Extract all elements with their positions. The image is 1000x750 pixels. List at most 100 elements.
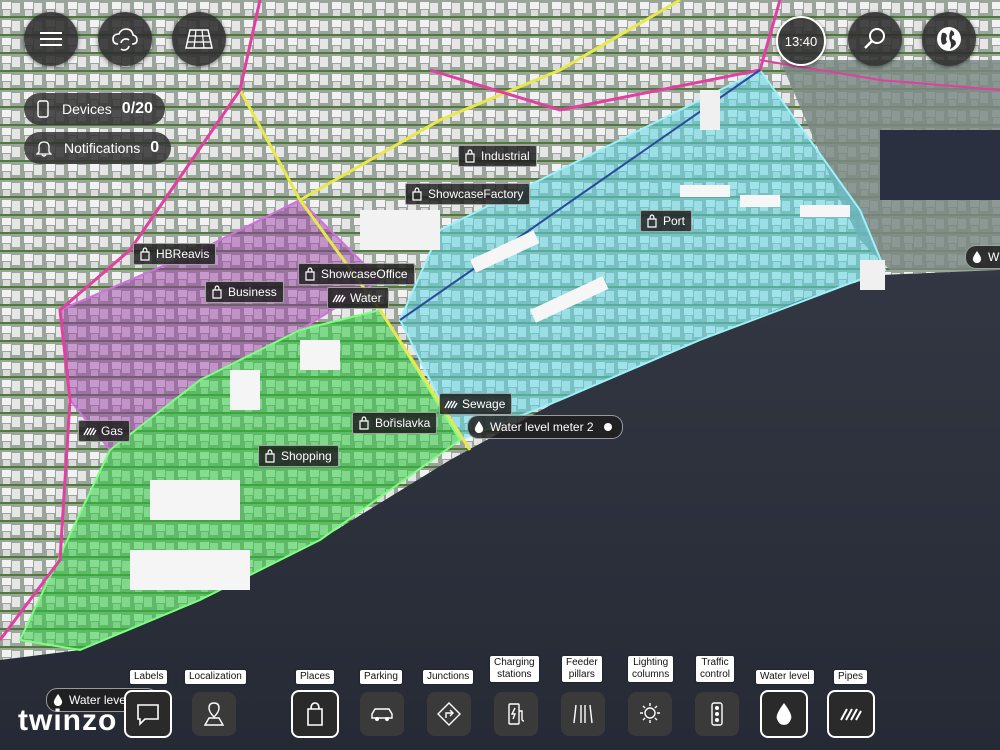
pipes-icon	[83, 424, 97, 438]
bag-icon	[410, 187, 424, 201]
clock-time: 13:40	[784, 33, 818, 49]
charging-caption-line2: stations	[497, 669, 532, 680]
bag-icon	[357, 416, 371, 430]
tag-label: ShowcaseOffice	[321, 267, 408, 281]
pipes-caption: Pipes	[834, 670, 868, 684]
pipes-icon	[332, 291, 346, 305]
charging-stations-button[interactable]	[494, 692, 538, 736]
tag-shopping[interactable]: Shopping	[258, 445, 339, 467]
bag-icon	[307, 702, 323, 726]
globe-icon	[937, 27, 961, 51]
lighting-caption-line2: columns	[632, 669, 670, 680]
localization-caption: Localization	[185, 670, 246, 684]
tag-label: Water level meter 2	[490, 420, 594, 434]
tag-label: Industrial	[481, 149, 530, 163]
water-drop-icon	[472, 420, 486, 434]
tag-label: Sewage	[462, 397, 506, 411]
labels-button[interactable]	[124, 690, 172, 738]
tag-label: Shopping	[281, 449, 332, 463]
devices-pill[interactable]: Devices 0/20	[24, 93, 165, 125]
charging-caption: Charging stations	[490, 656, 539, 682]
bag-icon	[210, 285, 224, 299]
labels-caption: Labels	[130, 670, 168, 684]
tag-label: Port	[663, 214, 686, 228]
pipes-icon	[444, 397, 458, 411]
traffic-caption: Traffic control	[696, 656, 735, 682]
places-caption: Places	[296, 670, 335, 684]
tag-water[interactable]: Water	[327, 287, 389, 309]
tag-label: ShowcaseFactory	[428, 187, 524, 201]
tag-gas[interactable]: Gas	[78, 420, 131, 442]
tag-label: W	[988, 250, 1000, 264]
parking-button[interactable]	[360, 692, 404, 736]
tag-industrial[interactable]: Industrial	[458, 145, 537, 167]
traffic-control-button[interactable]	[695, 692, 739, 736]
pipes-icon	[840, 708, 862, 721]
feeder-pillar-icon	[573, 704, 593, 724]
feeder-caption-line2: pillars	[568, 669, 595, 680]
tag-hbreavis[interactable]: HBReavis	[133, 243, 217, 265]
pipes-button[interactable]	[827, 690, 875, 738]
grid-button[interactable]	[172, 12, 226, 66]
localization-button[interactable]	[192, 692, 236, 736]
location-pin-icon	[203, 702, 225, 726]
devices-value: 0/20	[121, 100, 153, 117]
lighting-caption: Lighting columns	[628, 656, 674, 682]
notifications-value: 0	[150, 139, 160, 156]
sync-button[interactable]	[98, 12, 152, 66]
devices-label: Devices	[62, 101, 112, 117]
tag-water-level-meter[interactable]: Water level meter 2	[467, 415, 623, 439]
clock-button[interactable]: 13:40	[776, 16, 826, 66]
tag-showcase-factory[interactable]: ShowcaseFactory	[405, 183, 531, 205]
cloud-sync-icon	[112, 28, 138, 51]
tag-showcase-office[interactable]: ShowcaseOffice	[298, 263, 415, 285]
water-drop-icon	[970, 250, 984, 264]
feeder-caption-line1: Feeder	[566, 657, 598, 668]
bag-icon	[138, 247, 152, 261]
phone-icon	[37, 100, 49, 118]
tag-business[interactable]: Business	[205, 281, 284, 303]
notifications-label: Notifications	[64, 140, 141, 156]
junctions-caption: Junctions	[423, 670, 474, 684]
bag-icon	[263, 449, 277, 463]
speech-bubble-icon	[137, 704, 159, 726]
search-button[interactable]	[848, 12, 902, 66]
traffic-caption-line1: Traffic	[701, 657, 729, 668]
charging-caption-line1: Charging	[494, 657, 535, 668]
tag-port[interactable]: Port	[640, 210, 693, 232]
globe-button[interactable]	[922, 12, 976, 66]
car-icon	[371, 708, 393, 721]
tag-borislavka[interactable]: Bořislavka	[352, 412, 438, 434]
tag-label: Business	[228, 285, 277, 299]
water-level-button[interactable]	[760, 690, 808, 738]
search-icon	[864, 28, 885, 49]
water-level-caption: Water level	[756, 670, 814, 684]
lighting-caption-line1: Lighting	[633, 657, 669, 668]
parking-caption: Parking	[360, 670, 402, 684]
charging-station-icon	[508, 703, 525, 725]
tag-edge-water-level[interactable]: W	[965, 245, 1000, 269]
tag-label: Bořislavka	[375, 416, 431, 430]
direction-sign-icon	[437, 702, 461, 726]
junctions-button[interactable]	[427, 692, 471, 736]
menu-icon	[40, 32, 62, 46]
twinzo-logo: twinzo	[18, 704, 118, 737]
grid-icon	[185, 29, 213, 49]
menu-button[interactable]	[24, 12, 78, 66]
tag-sewage[interactable]: Sewage	[439, 393, 513, 415]
tag-label: Water	[350, 291, 382, 305]
water-drop-icon	[776, 703, 792, 725]
lighting-columns-button[interactable]	[628, 692, 672, 736]
feeder-caption: Feeder pillars	[562, 656, 602, 682]
tag-label: HBReavis	[156, 247, 210, 261]
places-button[interactable]	[291, 690, 339, 738]
bag-icon	[645, 214, 659, 228]
bag-icon	[303, 267, 317, 281]
feeder-pillars-button[interactable]	[561, 692, 605, 736]
light-bulb-icon	[640, 703, 660, 723]
status-dot-icon	[603, 423, 612, 431]
bell-icon	[36, 141, 52, 157]
tag-label: Gas	[101, 424, 124, 438]
traffic-light-icon	[711, 702, 723, 726]
notifications-pill[interactable]: Notifications 0	[24, 132, 172, 164]
